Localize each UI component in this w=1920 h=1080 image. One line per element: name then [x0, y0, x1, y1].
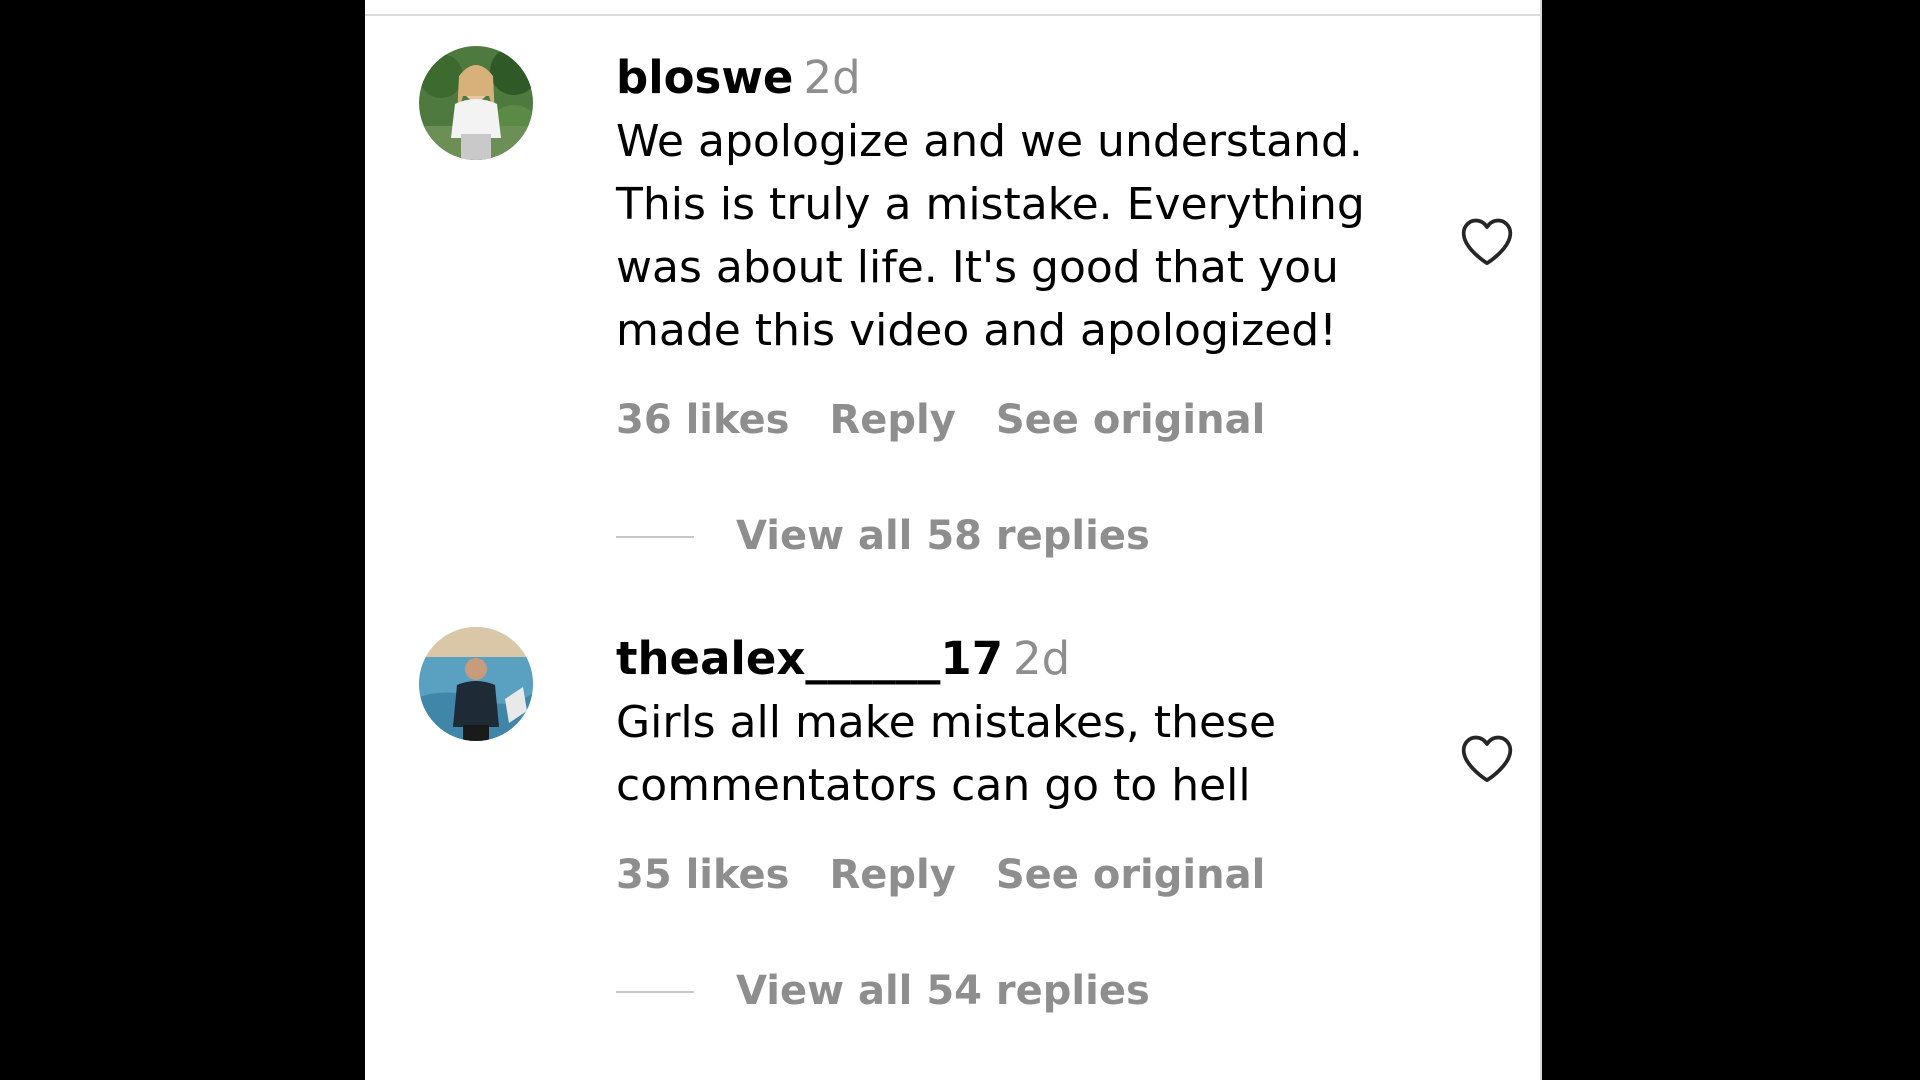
comment-body: thealex______17 2d Girls all make mistake…	[616, 627, 1396, 1021]
timestamp[interactable]: 2d	[803, 51, 860, 104]
comment-header: bloswe 2d	[616, 46, 1396, 110]
heart-icon[interactable]	[1459, 215, 1515, 267]
top-divider	[365, 14, 1542, 16]
view-replies-button[interactable]: View all 58 replies	[736, 506, 1150, 566]
likes-count[interactable]: 36 likes	[616, 397, 789, 443]
see-original-button[interactable]: See original	[996, 852, 1265, 898]
panel-border	[1540, 0, 1542, 1080]
comment-text: We apologize and we understand. This is …	[616, 116, 1365, 356]
comments-panel: bloswe 2d We apologize and we understand.…	[365, 0, 1542, 1080]
view-replies[interactable]: View all 58 replies	[616, 506, 1396, 566]
likes-count[interactable]: 35 likes	[616, 852, 789, 898]
comment-actions: 35 likes Reply See original	[616, 845, 1396, 905]
replies-divider	[616, 536, 694, 538]
timestamp[interactable]: 2d	[1013, 632, 1070, 685]
comment-header: thealex______17 2d	[616, 627, 1396, 691]
reply-button[interactable]: Reply	[829, 397, 955, 443]
comment-text: Girls all make mistakes, these commentat…	[616, 697, 1277, 811]
heart-icon[interactable]	[1459, 732, 1515, 784]
username[interactable]: thealex______17	[616, 632, 1003, 685]
view-replies-button[interactable]: View all 54 replies	[736, 961, 1150, 1021]
avatar[interactable]	[419, 627, 533, 741]
comment-actions: 36 likes Reply See original	[616, 390, 1396, 450]
view-replies[interactable]: View all 54 replies	[616, 961, 1396, 1021]
see-original-button[interactable]: See original	[996, 397, 1265, 443]
comment-body: bloswe 2d We apologize and we understand.…	[616, 46, 1396, 566]
username[interactable]: bloswe	[616, 51, 793, 104]
avatar[interactable]	[419, 46, 533, 160]
reply-button[interactable]: Reply	[829, 852, 955, 898]
replies-divider	[616, 991, 694, 993]
